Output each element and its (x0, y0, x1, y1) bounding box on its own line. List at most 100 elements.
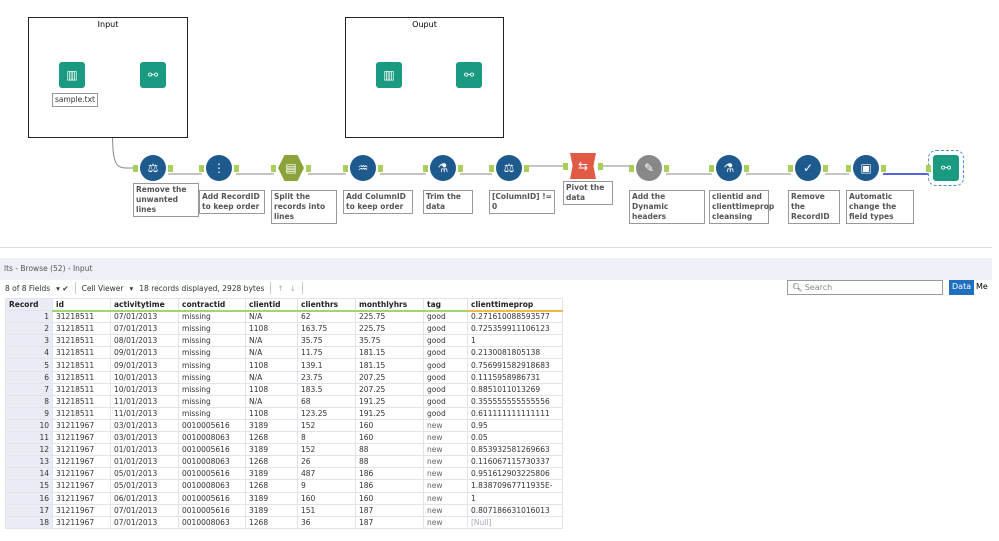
table-cell[interactable]: 16 (5, 491, 53, 505)
data-button[interactable]: Data (949, 280, 974, 295)
table-cell[interactable]: 31211967 (52, 479, 111, 493)
workflow-tool[interactable]: ⋮ (206, 155, 232, 181)
table-cell[interactable]: missing (178, 406, 246, 420)
input-anchor[interactable] (423, 165, 428, 172)
metadata-button[interactable]: Me (976, 282, 988, 291)
workflow-tool[interactable]: ⚗ (430, 155, 456, 181)
table-cell[interactable]: missing (178, 334, 246, 348)
table-cell[interactable]: 0010005616 (178, 491, 246, 505)
table-row[interactable]: 17 31211967 07/01/2013 0010005616 3189 151 187… (5, 503, 563, 517)
output-anchor[interactable] (306, 165, 311, 172)
table-row[interactable]: 1 31218511 07/01/2013 missing N/A 62 225.75 goo… (5, 310, 563, 324)
table-row[interactable]: 6 31218511 10/01/2013 missing N/A 23.75 207.25… (5, 370, 563, 384)
input-anchor[interactable] (709, 165, 714, 172)
table-cell[interactable]: 1268 (245, 515, 298, 529)
output-anchor[interactable] (598, 163, 603, 170)
table-cell[interactable]: missing (178, 358, 246, 372)
table-cell[interactable]: N/A (245, 370, 298, 384)
table-row[interactable]: 8 31218511 11/01/2013 missing N/A 68 191.25 goo… (5, 394, 563, 408)
table-cell[interactable]: missing (178, 370, 246, 384)
table-cell[interactable]: 0010008063 (178, 431, 246, 445)
table-cell[interactable]: new (423, 515, 468, 529)
table-cell[interactable]: missing (178, 322, 246, 336)
search-input[interactable]: 🔍︎ Search (787, 280, 943, 295)
table-cell[interactable]: 01/01/2013 (110, 455, 179, 469)
table-cell[interactable]: 1 (467, 491, 563, 505)
table-cell[interactable]: 186 (355, 467, 424, 481)
workflow-tool[interactable]: ⚯ (928, 150, 964, 186)
table-cell[interactable]: 181.15 (355, 346, 424, 360)
table-cell[interactable]: 8 (297, 431, 356, 445)
table-cell[interactable]: 03/01/2013 (110, 418, 179, 433)
table-cell[interactable]: 07/01/2013 (110, 515, 179, 529)
table-cell[interactable]: 1268 (245, 431, 298, 445)
table-cell[interactable]: 23.75 (297, 370, 356, 384)
table-cell[interactable]: 1108 (245, 322, 298, 336)
table-cell[interactable]: 05/01/2013 (110, 479, 179, 493)
input-data-tool[interactable]: ▥ (59, 62, 85, 88)
table-cell[interactable]: 0010005616 (178, 418, 246, 433)
table-cell[interactable]: 487 (297, 467, 356, 481)
table-cell[interactable]: 31218511 (52, 370, 111, 384)
workflow-tool[interactable]: ♒ (350, 155, 376, 181)
table-row[interactable]: 16 31211967 06/01/2013 0010005616 3189 160 160… (5, 491, 563, 505)
table-cell[interactable]: N/A (245, 334, 298, 348)
table-cell[interactable]: good (423, 370, 468, 384)
table-cell[interactable]: 01/01/2013 (110, 443, 179, 457)
output-anchor[interactable] (744, 165, 749, 172)
table-cell[interactable]: new (423, 467, 468, 481)
output-anchor[interactable] (168, 165, 173, 172)
arrow-down-icon[interactable]: ↓ (290, 284, 296, 293)
column-header[interactable]: contractid (178, 297, 246, 312)
table-cell[interactable]: 31218511 (52, 406, 111, 420)
table-cell[interactable]: 6 (5, 370, 53, 384)
table-cell[interactable]: 1108 (245, 358, 298, 372)
table-cell[interactable]: 1108 (245, 382, 298, 396)
table-cell[interactable]: 1108 (245, 406, 298, 420)
table-cell[interactable]: missing (178, 346, 246, 360)
table-cell[interactable]: good (423, 334, 468, 348)
table-cell[interactable]: 207.25 (355, 370, 424, 384)
table-cell[interactable]: 0.1115958986731 (467, 370, 563, 384)
input-anchor[interactable] (343, 165, 348, 172)
table-cell[interactable]: 11 (5, 431, 53, 445)
table-cell[interactable]: 152 (297, 443, 356, 457)
workflow-tool[interactable]: ⚗ (716, 155, 742, 181)
table-cell[interactable]: 31211967 (52, 418, 111, 433)
table-cell[interactable]: 88 (355, 443, 424, 457)
table-row[interactable]: 5 31218511 09/01/2013 missing 1108 139.1 181.1… (5, 358, 563, 372)
table-cell[interactable]: good (423, 406, 468, 420)
table-cell[interactable]: 187 (355, 503, 424, 517)
table-cell[interactable]: 0.355555555555556 (467, 394, 563, 408)
cell-viewer-dropdown[interactable]: Cell Viewer (82, 284, 124, 293)
table-cell[interactable]: 11/01/2013 (110, 406, 179, 420)
table-cell[interactable]: missing (178, 382, 246, 396)
table-cell[interactable]: 10/01/2013 (110, 370, 179, 384)
table-cell[interactable]: 1 (467, 334, 563, 348)
column-header[interactable]: Record (5, 297, 53, 312)
table-cell[interactable]: 0010005616 (178, 443, 246, 457)
table-cell[interactable]: new (423, 431, 468, 445)
table-row[interactable]: 7 31218511 10/01/2013 missing 1108 183.5 207.2… (5, 382, 563, 396)
table-cell[interactable]: 31218511 (52, 382, 111, 396)
column-header[interactable]: id (52, 297, 111, 312)
table-cell[interactable]: 06/01/2013 (110, 491, 179, 505)
table-cell[interactable]: 0.8851011013269 (467, 382, 563, 396)
input-anchor[interactable] (846, 165, 851, 172)
table-cell[interactable]: 26 (297, 455, 356, 469)
workflow-canvas[interactable]: Input Ouput ▥ sample.txt ⚯ ▥ ⚯ ⚖ Remove t… (0, 0, 992, 248)
table-cell[interactable]: 152 (297, 418, 356, 433)
column-header[interactable]: activitytime (110, 297, 179, 312)
table-cell[interactable]: new (423, 491, 468, 505)
table-cell[interactable]: 31211967 (52, 431, 111, 445)
table-row[interactable]: 2 31218511 07/01/2013 missing 1108 163.75 225.… (5, 322, 563, 336)
table-cell[interactable]: 0.271610088593577 (467, 310, 563, 324)
browse-tool[interactable]: ⚯ (456, 62, 482, 88)
column-header[interactable]: clientid (245, 297, 298, 312)
table-cell[interactable]: 7 (5, 382, 53, 396)
table-cell[interactable]: 160 (355, 491, 424, 505)
table-cell[interactable]: 10/01/2013 (110, 382, 179, 396)
table-cell[interactable]: 05/01/2013 (110, 467, 179, 481)
table-cell[interactable]: 3 (5, 334, 53, 348)
table-row[interactable]: 14 31211967 05/01/2013 0010005616 3189 487 186… (5, 467, 563, 481)
